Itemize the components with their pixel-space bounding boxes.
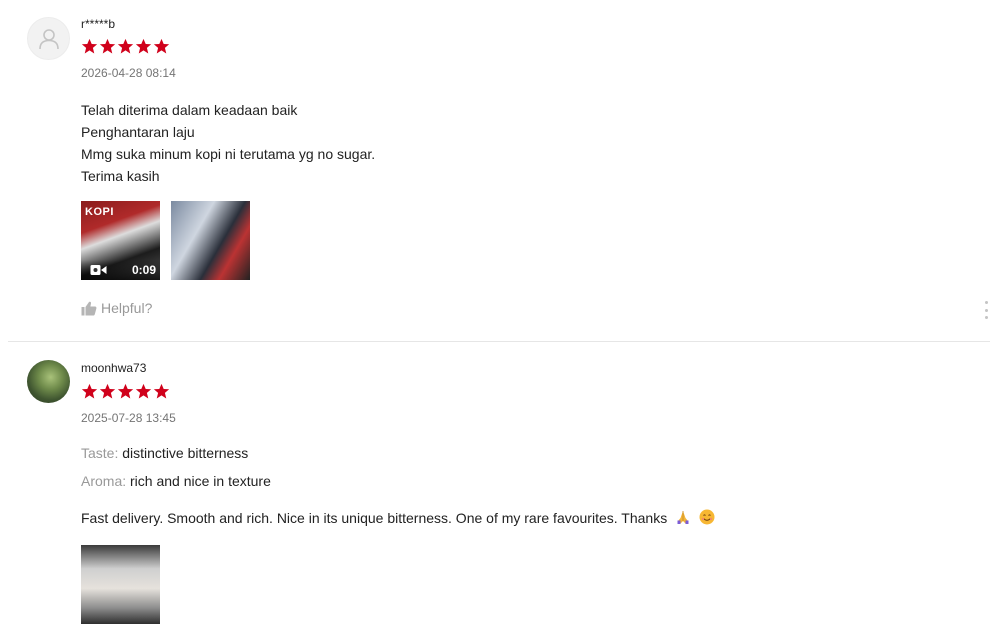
helpful-button[interactable]: Helpful?: [81, 300, 152, 316]
attribute-key: Aroma:: [81, 473, 127, 489]
comment-text: Fast delivery. Smooth and rich. Nice in …: [81, 510, 668, 526]
comment-line: Penghantaran laju: [81, 124, 195, 140]
review-card: moonhwa73 2025-07-28 13:45 Taste: distin…: [0, 342, 1000, 635]
user-placeholder-icon: [38, 28, 59, 49]
comment-line: Mmg suka minum kopi ni terutama yg no su…: [81, 146, 376, 162]
dot-icon: [984, 308, 988, 312]
star-filled-icon: [135, 383, 152, 399]
attribute-key: Taste:: [81, 445, 119, 461]
comment-line: Terima kasih: [81, 168, 160, 184]
folded-hands-icon: [677, 511, 689, 524]
star-filled-icon: [81, 383, 98, 399]
smiling-face-icon: [699, 509, 715, 525]
star-filled-icon: [99, 38, 116, 54]
review-video-thumbnail[interactable]: KOPI 0:09: [81, 201, 160, 280]
review-attribute-taste: Taste: distinctive bitterness: [81, 445, 248, 461]
avatar[interactable]: [27, 360, 70, 403]
attribute-value: rich and nice in texture: [130, 473, 271, 489]
star-filled-icon: [117, 383, 134, 399]
avatar[interactable]: [27, 17, 70, 60]
review-comment: Telah diterima dalam keadaan baik Pengha…: [81, 99, 375, 187]
video-duration: 0:09: [131, 263, 156, 277]
star-filled-icon: [99, 383, 116, 399]
more-options-button[interactable]: [982, 301, 990, 319]
star-rating: [81, 383, 170, 400]
attribute-value: distinctive bitterness: [122, 445, 249, 461]
star-filled-icon: [81, 38, 98, 54]
star-filled-icon: [135, 38, 152, 54]
video-camera-icon: [90, 265, 107, 275]
helpful-label: Helpful?: [101, 300, 153, 316]
product-label-text: KOPI: [85, 206, 114, 218]
review-card: r*****b 2026-04-28 08:14 Telah diterima …: [0, 0, 1000, 341]
comment-line: Telah diterima dalam keadaan baik: [81, 102, 298, 118]
dot-icon: [984, 301, 988, 304]
review-date: 2026-04-28 08:14: [81, 66, 176, 80]
star-filled-icon: [117, 38, 134, 54]
star-filled-icon: [153, 38, 170, 54]
review-image-thumbnail[interactable]: [171, 201, 250, 280]
review-image-thumbnail[interactable]: [81, 545, 160, 624]
thumbs-up-icon: [81, 301, 97, 315]
reviewer-username[interactable]: r*****b: [81, 17, 115, 31]
dot-icon: [984, 316, 988, 319]
review-date: 2025-07-28 13:45: [81, 411, 176, 425]
reviewer-username[interactable]: moonhwa73: [81, 361, 146, 375]
star-rating: [81, 38, 170, 55]
review-comment: Fast delivery. Smooth and rich. Nice in …: [81, 509, 715, 526]
star-filled-icon: [153, 383, 170, 399]
review-attribute-aroma: Aroma: rich and nice in texture: [81, 473, 271, 489]
